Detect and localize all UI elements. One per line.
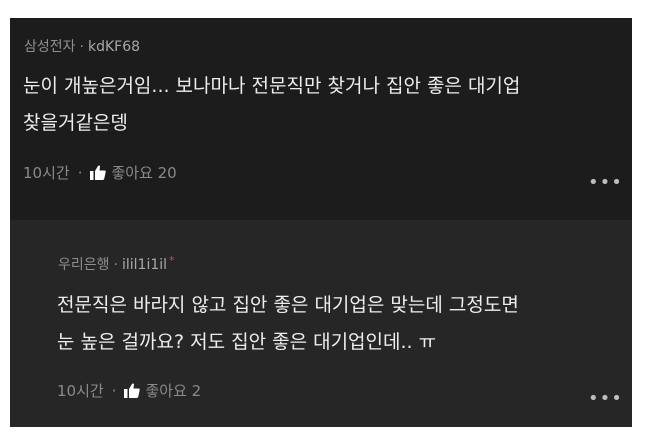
author-name[interactable]: ilil1i1il [122,257,167,273]
comment-card: 삼성전자 · kdKF68 눈이 개높은거임... 보나마나 전문직만 찾거나 집안… [10,18,632,220]
comment-meta: 우리은행 · ilil1i1il * [58,254,175,274]
meta-separator: · [79,39,84,55]
like-count: 좋아요 2 [145,382,202,400]
author-name[interactable]: kdKF68 [88,39,140,55]
comment-time: 10시간 [23,164,70,182]
company-name: 삼성전자 [24,39,76,55]
thumbs-up-icon [124,383,141,398]
comment-footer: 10시간 · 좋아요 20 [23,162,177,183]
reply-card: 우리은행 · ilil1i1il * 전문직은 바라지 않고 집안 좋은 대기업은 맞… [10,220,632,427]
like-button[interactable]: 좋아요 20 [90,162,177,183]
footer-separator: · [77,163,83,182]
comment-text: 전문직은 바라지 않고 집안 좋은 대기업은 맞는데 그정도면 눈 높은 걸까요… [57,294,519,353]
comment-footer: 10시간 · 좋아요 2 [57,380,201,401]
comment-time: 10시간 [57,382,104,400]
like-button[interactable]: 좋아요 2 [124,380,201,401]
footer-separator: · [111,381,117,400]
more-options-icon[interactable]: ••• [588,172,623,193]
more-options-icon[interactable]: ••• [588,388,623,409]
comment-meta: 삼성전자 · kdKF68 [24,36,140,56]
thumbs-up-icon [90,165,107,180]
like-count: 좋아요 20 [111,164,177,182]
comment-text: 눈이 개높은거임... 보나마나 전문직만 찾거나 집안 좋은 대기업 찾을거같… [23,75,521,134]
meta-separator: · [113,257,118,273]
company-name: 우리은행 [58,257,110,273]
author-badge: * [169,254,175,267]
